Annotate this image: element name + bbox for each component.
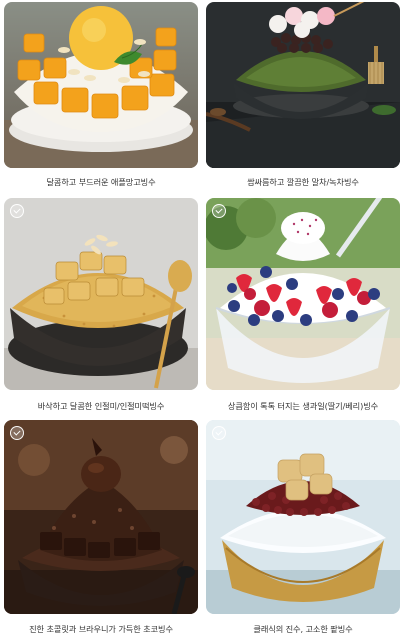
check-icon[interactable] bbox=[10, 204, 24, 218]
patbingsu-image[interactable] bbox=[206, 420, 400, 614]
option-caption: 상큼함이 톡톡 터지는 생과일(딸기/베리)빙수 bbox=[227, 401, 379, 411]
option-caption: 달콤하고 부드러운 애플망고빙수 bbox=[46, 177, 156, 187]
check-icon[interactable] bbox=[212, 426, 226, 440]
check-icon[interactable] bbox=[212, 204, 226, 218]
option-caption: 바삭하고 달콤한 인절미/인절미떡빙수 bbox=[37, 401, 165, 411]
check-icon[interactable] bbox=[10, 426, 24, 440]
injeolmi-bingsu-image[interactable] bbox=[4, 198, 198, 390]
bingsu-option-grid: 달콤하고 부드러운 애플망고빙수 쌉싸름하고 깔끔한 말차/녹차빙수 바삭하고 … bbox=[0, 0, 404, 635]
option-caption: 클래식의 진수, 고소한 팥빙수 bbox=[253, 624, 353, 634]
berry-bingsu-image[interactable] bbox=[206, 198, 400, 390]
chocolate-bingsu-image[interactable] bbox=[4, 420, 198, 614]
matcha-bingsu-image[interactable] bbox=[206, 2, 400, 168]
option-caption: 진한 초콜릿과 브라우니가 가득한 초코빙수 bbox=[29, 624, 173, 634]
mango-bingsu-image[interactable] bbox=[4, 2, 198, 168]
option-caption: 쌉싸름하고 깔끔한 말차/녹차빙수 bbox=[247, 177, 359, 187]
